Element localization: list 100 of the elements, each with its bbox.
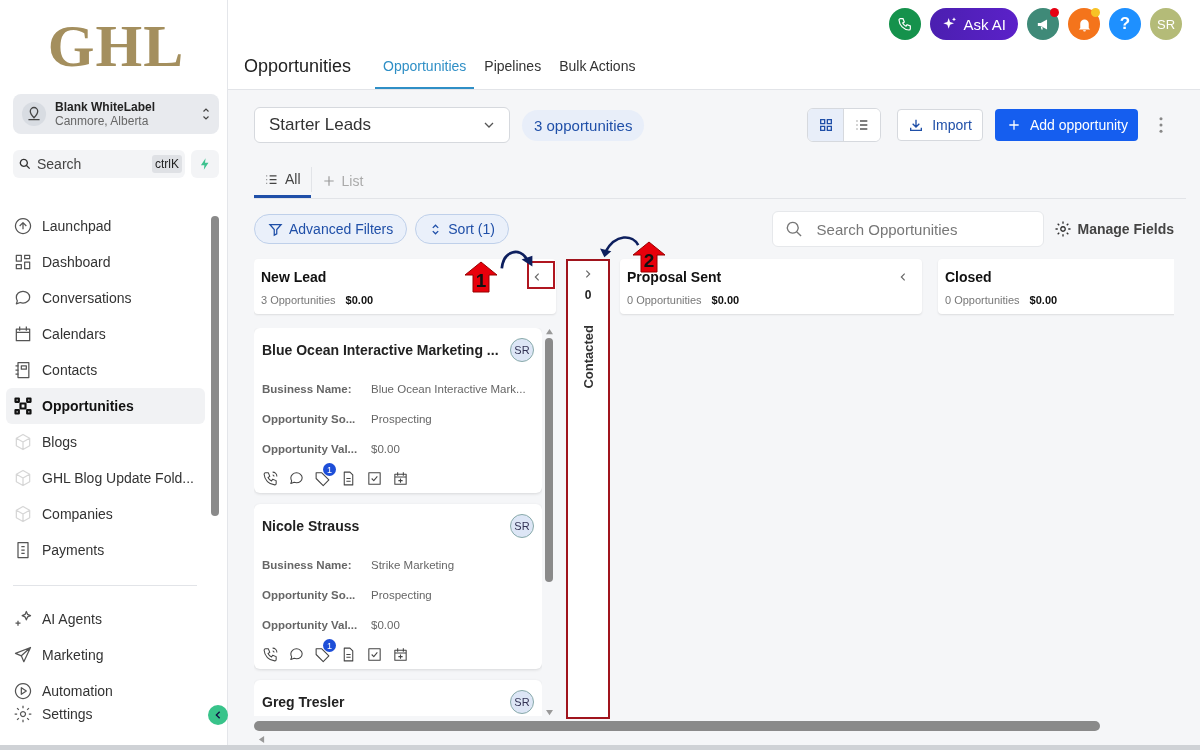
calendar-plus-icon[interactable] [392,646,409,663]
field-value: Blue Ocean Interactive Mark... [371,383,526,395]
sidebar-item[interactable]: Blogs [6,424,205,460]
sidebar-item[interactable]: Opportunities [6,388,205,424]
account-location: Canmore, Alberta [55,114,150,128]
column-count: 0 Opportunities [945,294,1020,306]
field-value: Prospecting [371,413,432,425]
gear-icon [13,704,33,724]
plus-icon [1006,118,1021,132]
owner-avatar: SR [510,690,534,714]
sidebar-item[interactable]: Dashboard [6,244,205,280]
phone-icon[interactable] [262,470,279,487]
account-switcher[interactable]: Blank WhiteLabel Canmore, Alberta [13,94,219,134]
cube-icon [13,504,33,524]
opportunity-count: 3 opportunities [522,109,645,141]
callout-number: 1 [464,261,498,293]
sidebar-item[interactable]: Companies [6,496,205,532]
cube-icon [13,432,33,452]
sidebar-item[interactable]: Conversations [6,280,205,316]
count-badge: 1 [323,639,336,652]
sidebar-item[interactable]: Calendars [6,316,205,352]
send-icon [13,645,33,665]
search-icon [18,157,32,171]
import-button[interactable]: Import [897,109,983,141]
scroll-left-icon[interactable] [258,735,265,744]
field-label: Opportunity Val... [262,619,359,631]
chat-bubble-icon[interactable] [288,470,305,487]
opportunity-card[interactable]: Nicole Strauss SR Business Name: Strike Marketing Opportunity So... Prospecting Opportunity Val... $0.00 1 [254,504,542,669]
calendar-plus-icon[interactable] [392,470,409,487]
opportunity-card[interactable]: Greg Tresler SR [254,680,542,716]
announcements-button[interactable] [1027,8,1059,40]
card-title: Greg Tresler [262,694,345,710]
column-title: New Lead [261,269,327,285]
field-value: $0.00 [371,443,400,455]
column-count: 0 [584,288,592,302]
chevron-left-icon [213,710,223,720]
field-label: Business Name: [262,559,353,571]
notification-dot [1050,8,1059,17]
count-badge: 1 [323,463,336,476]
sidebar-item[interactable]: Contacts [6,352,205,388]
chat-bubble-icon[interactable] [288,646,305,663]
pipeline-dropdown[interactable]: Starter Leads [254,107,510,143]
calendar-icon [13,324,33,344]
tab[interactable]: Pipelines [476,48,550,89]
sidebar-item[interactable]: Launchpad [6,208,205,244]
sidebar-item[interactable]: GHL Blog Update Fold... [6,460,205,496]
card-title: Nicole Strauss [262,518,360,534]
phone-button[interactable] [889,8,922,40]
field-value: $0.00 [371,619,400,631]
advanced-filters-button[interactable]: Advanced Filters [254,214,408,244]
add-opportunity-button[interactable]: Add opportunity [994,109,1138,141]
card-title: Blue Ocean Interactive Marketing ... [262,342,499,358]
grid-view-button[interactable] [808,109,845,141]
location-pin-icon [21,101,47,127]
ask-ai-button[interactable]: Ask AI [930,8,1018,40]
field-value: Strike Marketing [371,559,455,571]
curved-arrow [598,233,642,259]
grid-icon [13,252,33,272]
logo: GHL [47,16,185,76]
sidebar-item[interactable]: Payments [6,532,205,568]
collapse-sidebar-button[interactable] [208,705,228,725]
opportunity-card[interactable]: Blue Ocean Interactive Marketing ... SR Business Name: Blue Ocean Interactive Mark... Opportunity So... Prospecting Opportunity Val... $0.00 1 [254,328,542,493]
cube-icon [13,468,33,488]
chevron-right-icon[interactable] [583,269,593,279]
filter-icon [268,221,283,237]
sidebar-item[interactable]: AI Agents [6,601,205,637]
notifications-button[interactable] [1068,8,1100,40]
scrollbar[interactable] [254,721,1100,731]
column-value: $0.00 [345,294,374,306]
field-label: Business Name: [262,383,353,395]
owner-avatar: SR [510,338,534,362]
grid-icon [817,117,834,133]
sort-button[interactable]: Sort (1) [415,214,509,244]
shortcut-hint: ctrlK [152,155,182,173]
tab[interactable]: Opportunities [375,48,475,89]
tab[interactable]: Bulk Actions [551,48,644,89]
column-title: Contacted [580,325,596,389]
scroll-down-icon[interactable] [544,709,554,716]
column-count: 3 Opportunities [261,294,336,306]
sparkle-icon [13,609,33,629]
callout-number: 2 [632,241,666,273]
column-value: $0.00 [1029,294,1058,306]
field-label: Opportunity Val... [262,443,359,455]
checkbox-icon[interactable] [366,646,383,663]
gear-icon [1053,220,1072,238]
plus-icon [321,173,336,188]
search-field[interactable]: Search Opportunities [771,211,1044,247]
scroll-up-icon[interactable] [544,328,554,335]
manage-fields-button[interactable]: Manage Fields [1051,220,1174,238]
phone-icon[interactable] [262,646,279,663]
scrollbar[interactable] [543,328,555,716]
more-options-icon[interactable] [1158,116,1164,134]
sidebar-item[interactable]: Marketing [6,637,205,673]
notification-dot [1091,8,1100,17]
account-name: Blank WhiteLabel [55,100,156,114]
page-title: Opportunities [244,56,352,78]
chevron-left-icon[interactable] [898,272,908,282]
field-value: Prospecting [371,589,432,601]
chevron-left-icon[interactable] [532,272,542,282]
checkbox-icon[interactable] [366,470,383,487]
